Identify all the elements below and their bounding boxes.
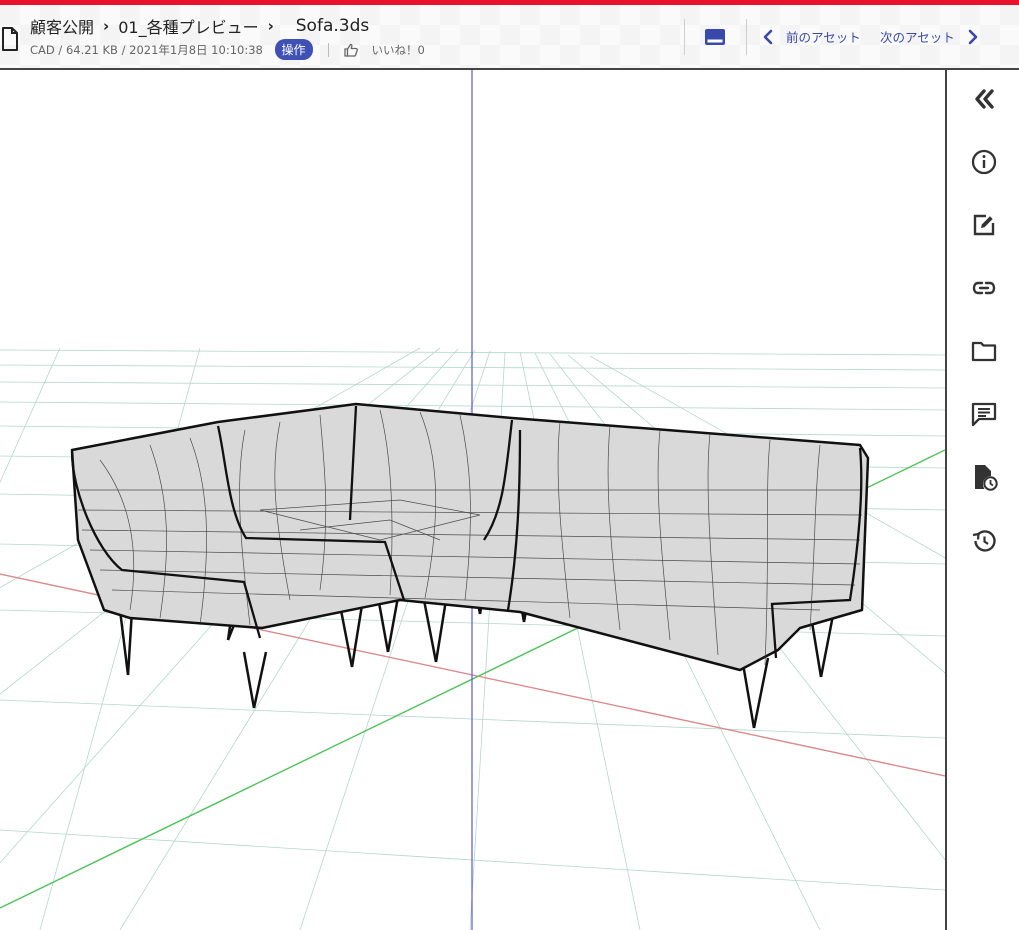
info-icon (971, 149, 997, 175)
history-icon (972, 530, 996, 552)
divider (328, 42, 330, 57)
file-name: Sofa.3ds (295, 16, 370, 36)
prev-asset-button[interactable]: 前のアセット (762, 27, 861, 46)
file-history-button[interactable] (969, 462, 999, 492)
file-clock-icon (975, 465, 998, 491)
panel-toggle-icon[interactable] (704, 27, 726, 47)
breadcrumb-separator: › (267, 17, 274, 35)
right-sidebar (947, 70, 1019, 930)
breadcrumb-separator: › (103, 17, 110, 35)
next-asset-button[interactable]: 次のアセット (880, 27, 979, 46)
link-icon (972, 281, 996, 295)
sofa-model (70, 402, 870, 729)
comment-icon (971, 402, 997, 427)
breadcrumb-item-1[interactable]: 01_各種プレビュー (118, 14, 258, 38)
3d-scene (0, 70, 945, 930)
folder-button[interactable] (969, 336, 999, 366)
prev-asset-label: 前のアセット (785, 30, 861, 45)
link-button[interactable] (969, 273, 999, 303)
next-asset-label: 次のアセット (880, 30, 955, 45)
divider (684, 19, 685, 55)
history-button[interactable] (969, 526, 999, 556)
chevron-right-icon (968, 29, 978, 44)
folder-icon (971, 341, 997, 362)
edit-button[interactable] (969, 210, 999, 240)
asset-meta: CAD / 64.21 KB / 2021年1月8日 10:10:38 操作 い… (30, 39, 425, 60)
thumbs-up-icon[interactable] (343, 42, 359, 58)
divider (746, 19, 747, 55)
3d-viewer-canvas[interactable] (0, 70, 947, 930)
collapse-button[interactable] (969, 84, 999, 114)
file-icon (2, 27, 18, 51)
like-count[interactable]: いいね！0 (371, 42, 424, 58)
breadcrumb-item-0[interactable]: 顧客公開 (30, 14, 94, 38)
operation-button[interactable]: 操作 (274, 39, 313, 60)
comment-button[interactable] (969, 399, 999, 429)
asset-header: 顧客公開 › 01_各種プレビュー › Sofa.3ds CAD / 64.21 KB … (0, 5, 1019, 70)
breadcrumb: 顧客公開 › 01_各種プレビュー › Sofa.3ds (30, 14, 369, 38)
meta-text: CAD / 64.21 KB / 2021年1月8日 10:10:38 (30, 42, 263, 57)
info-button[interactable] (969, 147, 999, 177)
edit-icon (973, 214, 995, 236)
chevron-left-icon (763, 29, 773, 44)
collapse-icon (975, 89, 994, 109)
